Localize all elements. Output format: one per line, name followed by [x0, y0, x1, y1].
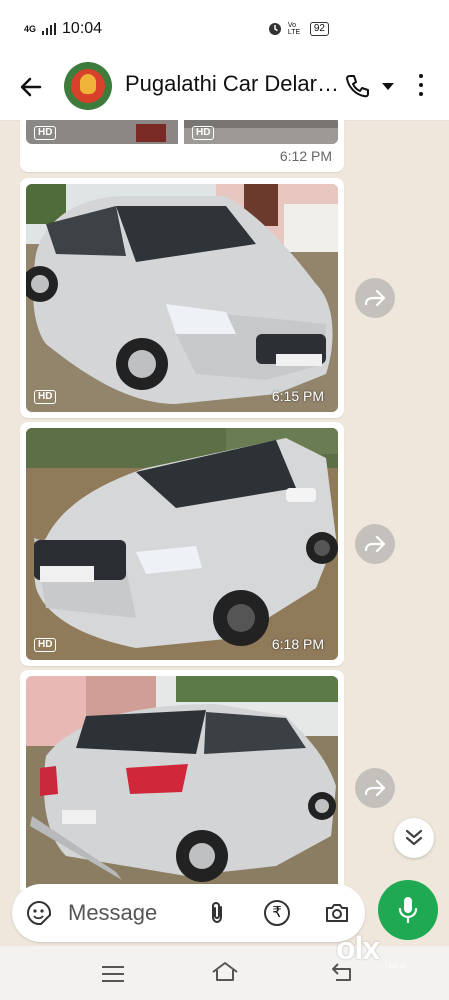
message-time: 6:18 PM	[271, 636, 324, 652]
image-message[interactable]	[20, 670, 344, 890]
avatar[interactable]	[64, 62, 112, 110]
forward-button[interactable]	[355, 768, 395, 808]
forward-icon	[364, 779, 386, 797]
chat-title[interactable]: Pugalathi Car Delar…	[125, 71, 340, 97]
forward-button[interactable]	[355, 278, 395, 318]
image-thumbnail[interactable]	[26, 676, 338, 890]
hd-badge: HD	[192, 126, 215, 140]
image-message[interactable]: HD 6:15 PM	[20, 178, 344, 418]
hd-badge: HD	[34, 390, 57, 404]
recent-apps-button[interactable]	[102, 966, 124, 987]
car-photo	[26, 120, 338, 144]
sticker-icon[interactable]	[26, 900, 52, 926]
attach-icon[interactable]	[204, 900, 230, 926]
chat-area[interactable]: HD HD 6:12 PM HD 6:15 PM HD 6:18 PM	[0, 120, 449, 890]
forward-button[interactable]	[355, 524, 395, 564]
olx-watermark: olx	[336, 930, 380, 966]
forward-icon	[364, 535, 386, 553]
battery-icon: 92	[309, 22, 329, 36]
double-chevron-down-icon	[405, 829, 423, 846]
image-thumbnail-pair[interactable]: HD HD	[26, 120, 338, 144]
image-thumbnail[interactable]: HD 6:15 PM	[26, 184, 338, 412]
message-time: 6:15 PM	[271, 388, 324, 404]
status-time: 10:04	[62, 20, 103, 37]
more-options-icon[interactable]	[414, 74, 428, 98]
camera-icon[interactable]	[324, 900, 350, 926]
microphone-icon	[398, 897, 418, 924]
network-type: 4G	[24, 23, 37, 34]
payment-button[interactable]: ₹	[264, 900, 290, 926]
back-arrow-icon[interactable]	[18, 74, 44, 100]
phone-icon[interactable]	[344, 73, 370, 99]
alarm-icon	[268, 23, 281, 35]
olx-watermark-sub: INDIA	[386, 964, 408, 970]
message-composer: ₹	[12, 884, 365, 942]
call-dropdown-icon[interactable]	[382, 83, 394, 90]
forward-icon	[364, 289, 386, 307]
image-thumbnail[interactable]: HD 6:18 PM	[26, 428, 338, 660]
volte-label: Vo LTE	[287, 22, 301, 36]
car-photo	[26, 184, 338, 412]
status-bar: 4G 10:04 Vo LTE 92	[0, 0, 449, 58]
car-photo	[26, 428, 338, 660]
signal-icon	[42, 23, 57, 35]
home-icon[interactable]	[210, 960, 240, 982]
hd-badge: HD	[34, 126, 57, 140]
message-time: 6:12 PM	[279, 148, 332, 164]
chat-header: Pugalathi Car Delar…	[0, 58, 449, 121]
car-photo	[26, 676, 338, 890]
image-message[interactable]: HD 6:18 PM	[20, 422, 344, 666]
scroll-to-bottom-button[interactable]	[394, 818, 434, 858]
hd-badge: HD	[34, 638, 57, 652]
image-message[interactable]: HD HD 6:12 PM	[20, 120, 344, 172]
message-input[interactable]	[68, 898, 198, 928]
